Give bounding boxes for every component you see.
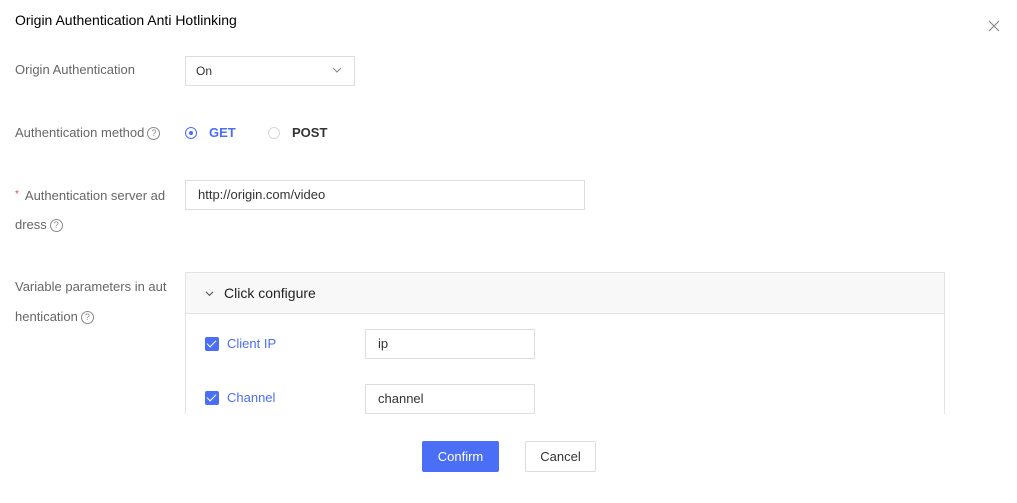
client-ip-label: Client IP — [227, 336, 277, 351]
radio-checked-icon — [185, 126, 197, 139]
variable-params-label-line2: hentication — [15, 309, 78, 324]
server-address-label-cont: dress? — [15, 210, 63, 240]
configure-panel-title: Click configure — [224, 285, 316, 301]
help-icon[interactable]: ? — [49, 219, 63, 232]
help-icon[interactable]: ? — [147, 127, 161, 140]
server-address-label-line1: Authentication server ad — [24, 188, 166, 203]
help-icon[interactable]: ? — [80, 311, 94, 324]
checkbox-channel[interactable]: Channel — [205, 390, 275, 405]
confirm-button[interactable]: Confirm — [422, 441, 499, 472]
required-mark: * — [15, 189, 19, 200]
radio-get-label: GET — [209, 125, 236, 140]
radio-get[interactable]: GET — [185, 125, 236, 140]
chevron-down-icon — [332, 67, 342, 73]
radio-post[interactable]: POST — [268, 125, 327, 140]
checkbox-checked-icon — [205, 390, 219, 405]
server-address-label-line2: dress — [15, 217, 47, 232]
channel-input[interactable]: channel — [365, 384, 535, 414]
dialog-title: Origin Authentication Anti Hotlinking — [15, 12, 237, 28]
channel-label: Channel — [227, 390, 276, 405]
auth-method-label-text: Authentication method — [15, 125, 145, 140]
chevron-down-icon — [205, 291, 214, 297]
close-icon[interactable] — [987, 19, 1001, 33]
server-address-input[interactable]: http://origin.com/video — [185, 180, 585, 210]
configure-panel-header[interactable]: Click configure — [186, 273, 944, 314]
checkbox-client-ip[interactable]: Client IP — [205, 336, 276, 351]
configure-panel: Click configure Client IP ip Channel cha… — [185, 272, 945, 414]
radio-post-label: POST — [292, 125, 328, 140]
checkbox-checked-icon — [205, 336, 219, 351]
origin-auth-label: Origin Authentication — [15, 62, 135, 77]
origin-auth-select[interactable]: On — [185, 56, 355, 86]
server-address-label: * Authentication server ad — [15, 180, 165, 211]
variable-params-label-line1: Variable parameters in aut — [15, 279, 167, 294]
radio-unchecked-icon — [268, 126, 280, 139]
cancel-button[interactable]: Cancel — [525, 441, 596, 472]
client-ip-input[interactable]: ip — [365, 329, 535, 359]
auth-method-label: Authentication method? — [15, 118, 161, 148]
origin-auth-value: On — [196, 64, 213, 78]
variable-params-label-cont: hentication? — [15, 302, 94, 332]
